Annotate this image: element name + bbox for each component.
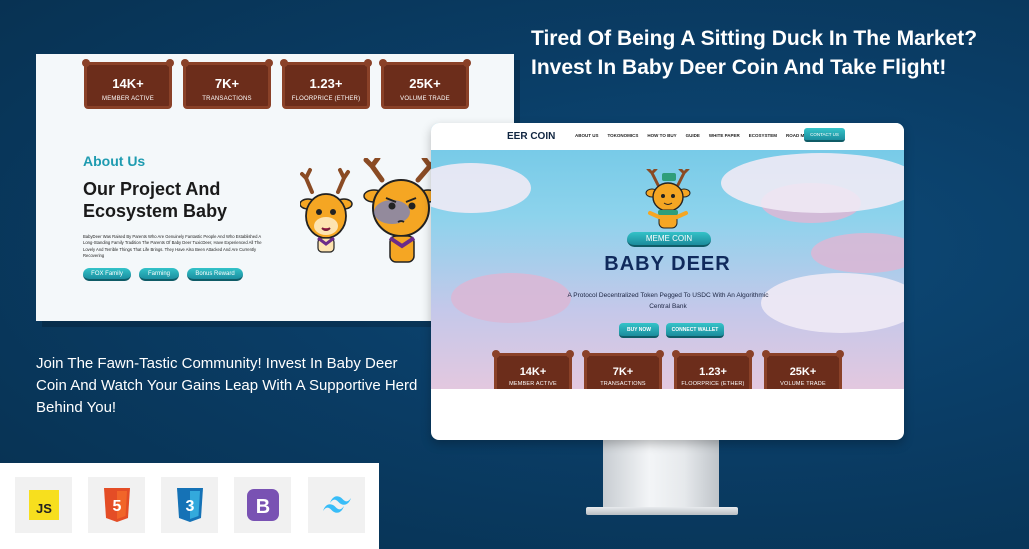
nav-item-how-to-buy[interactable]: HOW TO BUY bbox=[647, 133, 676, 138]
html5-icon: 5 bbox=[103, 488, 130, 522]
about-tag: About Us bbox=[83, 153, 146, 169]
stat-value: 1.23+ bbox=[699, 366, 727, 378]
stat-floorprice: 1.23+ FLOORPRICE (ETHER) bbox=[280, 59, 372, 109]
monitor-base bbox=[586, 507, 738, 515]
bonus-reward-button[interactable]: Bonus Reward bbox=[187, 268, 243, 281]
stat-value: 14K+ bbox=[519, 366, 547, 378]
about-description: BabyDeer Was Raised By Parents Who Are G… bbox=[83, 234, 262, 259]
nav-item-guide[interactable]: GUIDE bbox=[686, 133, 700, 138]
stats-row: 14K+ MEMBER ACTIVE 7K+ TRANSACTIONS 1.23… bbox=[82, 59, 471, 109]
stat-label: MEMBER ACTIVE bbox=[102, 96, 154, 102]
hero-title: BABY DEER bbox=[604, 253, 731, 275]
stat-value: 7K+ bbox=[214, 76, 240, 91]
buy-now-button[interactable]: BUY NOW bbox=[619, 323, 659, 338]
site-logo[interactable]: EER COIN bbox=[507, 131, 555, 142]
tailwind-logo-tile bbox=[308, 477, 365, 533]
hero-buttons: BUY NOW CONNECT WALLET bbox=[619, 323, 724, 338]
stat-transactions: 7K+ TRANSACTIONS bbox=[181, 59, 273, 109]
headline: Tired Of Being A Sitting Duck In The Mar… bbox=[531, 27, 978, 79]
contact-us-button[interactable]: CONTACT US bbox=[804, 128, 845, 142]
nav-item-ecosystem[interactable]: ECOSYSTEM bbox=[749, 133, 777, 138]
stat-value: 1.23+ bbox=[309, 76, 343, 91]
javascript-logo-tile: JS bbox=[15, 477, 72, 533]
stat-label: MEMBER ACTIVE bbox=[509, 381, 557, 387]
monitor: EER COIN ABOUT US TOKONOMICS HOW TO BUY … bbox=[431, 123, 904, 440]
css3-logo-tile: 3 bbox=[161, 477, 218, 533]
about-buttons: FOX Family Farming Bonus Reward bbox=[83, 268, 243, 281]
site-navbar: EER COIN ABOUT US TOKONOMICS HOW TO BUY … bbox=[431, 123, 904, 150]
stat-value: 25K+ bbox=[789, 366, 817, 378]
about-title: Our Project And Ecosystem Baby bbox=[83, 179, 228, 221]
stat-label: VOLUME TRADE bbox=[780, 381, 826, 387]
svg-text:JS: JS bbox=[36, 501, 52, 516]
fox-family-button[interactable]: FOX Family bbox=[83, 268, 131, 281]
stat-value: 14K+ bbox=[112, 76, 144, 91]
javascript-icon: JS bbox=[28, 490, 59, 520]
connect-wallet-button[interactable]: CONNECT WALLET bbox=[666, 323, 724, 338]
stat-volume-trade: 25K+ VOLUME TRADE bbox=[379, 59, 471, 109]
tech-stack-panel: JS 5 3 B bbox=[0, 463, 379, 549]
stat-transactions: 7K+ TRANSACTIONS bbox=[582, 350, 664, 389]
hero-description: A Protocol Decentralized Token Pegged To… bbox=[567, 292, 769, 310]
baby-deer-mascot bbox=[645, 169, 691, 229]
meme-coin-badge: MEME COIN bbox=[627, 232, 711, 247]
tailwind-icon bbox=[322, 496, 351, 513]
stat-member-active: 14K+ MEMBER ACTIVE bbox=[492, 350, 574, 389]
stat-floorprice: 1.23+ FLOORPRICE (ETHER) bbox=[672, 350, 754, 389]
nav-item-about-us[interactable]: ABOUT US bbox=[575, 133, 599, 138]
stat-value: 7K+ bbox=[612, 366, 634, 378]
stat-label: TRANSACTIONS bbox=[600, 381, 646, 387]
website-screen: EER COIN ABOUT US TOKONOMICS HOW TO BUY … bbox=[431, 123, 904, 389]
subtext: Join The Fawn-Tastic Community! Invest I… bbox=[36, 355, 418, 416]
stat-value: 25K+ bbox=[409, 76, 441, 91]
svg-text:B: B bbox=[255, 496, 269, 518]
farming-button[interactable]: Farming bbox=[139, 268, 179, 281]
stat-member-active: 14K+ MEMBER ACTIVE bbox=[82, 59, 174, 109]
nav-links: ABOUT US TOKONOMICS HOW TO BUY GUIDE WHI… bbox=[575, 133, 811, 138]
hero-stats-row: 14K+ MEMBER ACTIVE 7K+ TRANSACTIONS 1.23… bbox=[492, 350, 844, 389]
nav-item-white-paper[interactable]: WHITE PAPER bbox=[709, 133, 740, 138]
css3-icon: 3 bbox=[176, 488, 203, 522]
svg-text:3: 3 bbox=[185, 498, 194, 515]
bootstrap-icon: B bbox=[246, 489, 279, 521]
stat-label: VOLUME TRADE bbox=[400, 96, 450, 102]
svg-text:5: 5 bbox=[112, 498, 121, 515]
stat-label: FLOORPRICE (ETHER) bbox=[291, 96, 361, 102]
bootstrap-logo-tile: B bbox=[234, 477, 291, 533]
nav-item-tokonomics[interactable]: TOKONOMICS bbox=[608, 133, 639, 138]
stat-label: TRANSACTIONS bbox=[202, 96, 252, 102]
monitor-stand bbox=[603, 436, 719, 512]
stat-label: FLOORPRICE (ETHER) bbox=[681, 381, 745, 387]
html5-logo-tile: 5 bbox=[88, 477, 145, 533]
stat-volume-trade: 25K+ VOLUME TRADE bbox=[762, 350, 844, 389]
